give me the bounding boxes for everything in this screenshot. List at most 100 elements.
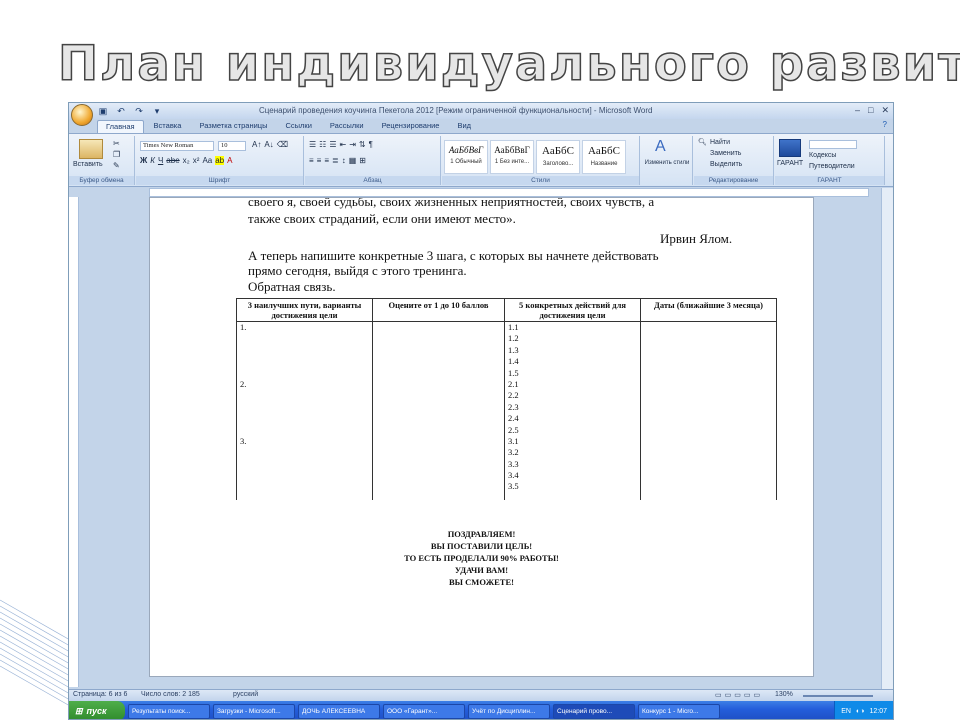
guides-link[interactable]: Путеводители <box>809 163 855 170</box>
taskbar-item[interactable]: Загрузки - Microsoft... <box>213 703 295 719</box>
line-spacing-icon[interactable]: ↕ <box>342 156 346 165</box>
undo-icon[interactable]: ↶ <box>115 105 127 117</box>
table-header: 3 наилучших пути, варианты достижения це… <box>236 298 373 322</box>
tab-view[interactable]: Вид <box>449 120 479 133</box>
view-buttons[interactable]: ▭▭▭▭▭ <box>715 691 763 699</box>
garant-button[interactable]: ГАРАНТ <box>777 160 803 167</box>
zoom-slider[interactable] <box>803 695 873 697</box>
word-count[interactable]: Число слов: 2 185 <box>141 691 200 698</box>
superscript-button[interactable]: x² <box>193 156 200 165</box>
select-button[interactable]: Выделить <box>710 161 742 168</box>
grow-font-icon[interactable]: A↑ <box>252 140 261 149</box>
bullets-icon[interactable]: ☰ <box>309 140 316 149</box>
table-cell-actions[interactable]: 1.1 1.2 1.3 1.4 1.5 2.1 2.2 2.3 2.4 2.5 3.1 3.2 3.3 3… <box>504 321 641 500</box>
taskbar-item[interactable]: Учёт по Дисциплин... <box>468 703 550 719</box>
clear-format-icon[interactable]: ⌫ <box>277 140 288 149</box>
table-cell-scores[interactable] <box>372 321 505 500</box>
help-icon[interactable]: ? <box>883 120 887 129</box>
table-cell-paths[interactable]: 1. 2. 3. <box>236 321 373 500</box>
quick-access-toolbar: ▣ ↶ ↷ ▾ <box>97 105 163 117</box>
tab-mailings[interactable]: Рассылки <box>322 120 372 133</box>
clock[interactable]: 12:07 <box>869 708 887 715</box>
tab-insert[interactable]: Вставка <box>146 120 190 133</box>
path-number: 2. <box>240 378 247 389</box>
vertical-ruler[interactable] <box>69 197 79 687</box>
show-marks-icon[interactable]: ¶ <box>369 140 373 149</box>
clipboard-group-label: Буфер обмена <box>69 176 134 185</box>
customize-qat-icon[interactable]: ▾ <box>151 105 163 117</box>
align-right-icon[interactable]: ≡ <box>324 156 329 165</box>
office-button[interactable] <box>71 104 93 126</box>
cut-icon[interactable]: ✂ <box>113 139 120 148</box>
page-count[interactable]: Страница: 6 из 6 <box>73 691 127 698</box>
subscript-button[interactable]: x₂ <box>183 156 190 165</box>
font-size-buttons: A↑ A↓ ⌫ <box>252 140 288 149</box>
vertical-scrollbar[interactable] <box>881 188 893 698</box>
copy-icon[interactable]: ❐ <box>113 150 120 159</box>
tab-home[interactable]: Главная <box>97 120 144 133</box>
codex-link[interactable]: Кодексы <box>809 152 836 159</box>
replace-button[interactable]: Заменить <box>710 150 741 157</box>
feedback-table: 3 наилучших пути, варианты достижения це… <box>236 298 777 500</box>
highlight-icon[interactable]: ab <box>215 156 225 165</box>
taskbar-item-active[interactable]: Сценарий прово... <box>553 703 635 719</box>
change-case-button[interactable]: Aa <box>202 156 212 165</box>
tab-page-layout[interactable]: Разметка страницы <box>191 120 275 133</box>
style-normal[interactable]: АаБбВвГ 1 Обычный <box>444 140 488 174</box>
increase-indent-icon[interactable]: ⇥ <box>349 140 356 149</box>
action-number: 1.1 <box>508 322 519 332</box>
style-title[interactable]: АаБбС Название <box>582 140 626 174</box>
font-color-icon[interactable]: A <box>227 156 232 165</box>
presentation-slide: План индивидуального развития ▣ ↶ ↷ ▾ Сц… <box>0 0 960 720</box>
change-styles-icon[interactable]: A <box>655 138 666 156</box>
find-icon[interactable]: 🔍︎ <box>698 138 707 146</box>
taskbar-item[interactable]: Конкурс 1 - Micro... <box>638 703 720 719</box>
horizontal-ruler[interactable] <box>149 188 869 197</box>
decrease-indent-icon[interactable]: ⇤ <box>340 140 347 149</box>
tray-icons[interactable]: ◐◑ <box>856 708 864 715</box>
find-button[interactable]: Найти <box>710 139 730 146</box>
language-indicator[interactable]: русский <box>233 691 258 698</box>
taskbar-item[interactable]: ООО «Гарант»... <box>383 703 465 719</box>
table-cell-dates[interactable] <box>640 321 777 500</box>
save-icon[interactable]: ▣ <box>97 105 109 117</box>
borders-icon[interactable]: ⊞ <box>359 156 366 165</box>
close-icon[interactable]: ✕ <box>881 105 889 116</box>
language-switch[interactable]: EN <box>841 708 851 715</box>
paste-icon[interactable] <box>79 139 103 159</box>
taskbar-item[interactable]: Результаты поиск... <box>128 703 210 719</box>
document-page[interactable]: своего я, своей судьбы, своих жизненных … <box>149 197 814 677</box>
redo-icon[interactable]: ↷ <box>133 105 145 117</box>
tab-references[interactable]: Ссылки <box>277 120 319 133</box>
minimize-icon[interactable]: – <box>855 105 860 116</box>
path-number <box>240 459 369 470</box>
align-left-icon[interactable]: ≡ <box>309 156 314 165</box>
shading-icon[interactable]: ▦ <box>349 156 357 165</box>
maximize-icon[interactable]: □ <box>868 105 873 116</box>
style-title-sample: АаБбС <box>588 145 620 157</box>
windows-logo-icon: ⊞ <box>75 705 83 716</box>
underline-button[interactable]: Ч <box>158 156 163 165</box>
sort-icon[interactable]: ⇅ <box>359 140 366 149</box>
format-painter-icon[interactable]: ✎ <box>113 161 120 170</box>
garant-logo-icon[interactable] <box>779 139 801 157</box>
italic-button[interactable]: К <box>150 156 155 165</box>
style-no-spacing[interactable]: АаБбВвГ 1 Без инте... <box>490 140 534 174</box>
zoom-level[interactable]: 130% <box>775 691 793 698</box>
bold-button[interactable]: Ж <box>140 156 147 165</box>
align-center-icon[interactable]: ≡ <box>317 156 322 165</box>
start-button[interactable]: ⊞ пуск <box>69 701 125 719</box>
tab-review[interactable]: Рецензирование <box>374 120 448 133</box>
style-heading[interactable]: АаБбС Заголово... <box>536 140 580 174</box>
numbering-icon[interactable]: ☷ <box>319 140 326 149</box>
font-size-select[interactable]: 10 <box>218 141 246 151</box>
justify-icon[interactable]: ≣ <box>332 156 339 165</box>
shrink-font-icon[interactable]: A↓ <box>264 140 273 149</box>
garant-search-input[interactable] <box>809 140 857 149</box>
change-styles-button[interactable]: Изменить стили <box>644 160 690 166</box>
multilevel-list-icon[interactable]: ☰ <box>329 140 336 149</box>
taskbar-item[interactable]: ДОЧЬ АЛЕКСЕЕВНА <box>298 703 380 719</box>
font-name-select[interactable]: Times New Roman <box>140 141 214 151</box>
paste-button[interactable]: Вставить <box>73 161 103 168</box>
strikethrough-button[interactable]: abe <box>166 156 179 165</box>
